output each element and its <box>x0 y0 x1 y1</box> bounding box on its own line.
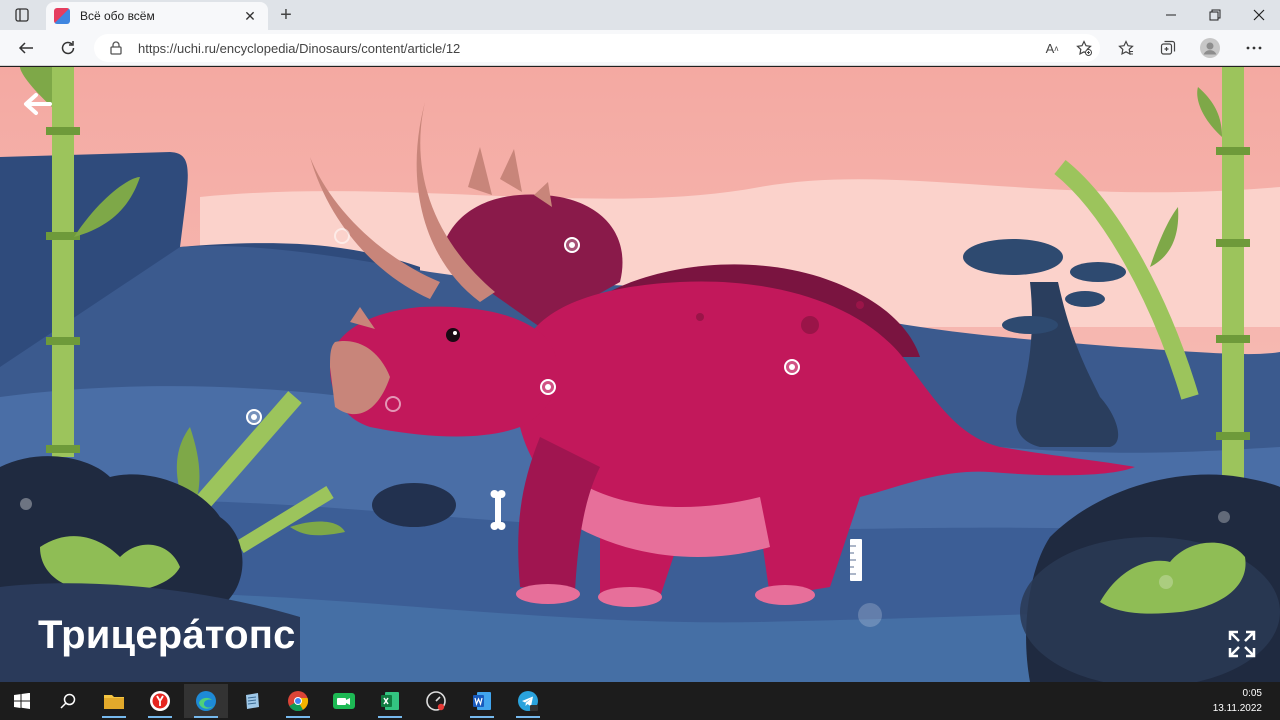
restore-button[interactable] <box>1192 0 1238 30</box>
more-menu-icon[interactable] <box>1240 34 1268 62</box>
chrome-icon[interactable] <box>276 684 320 718</box>
new-tab-button[interactable]: + <box>274 3 298 27</box>
collections-icon[interactable] <box>1154 34 1182 62</box>
article-title: Трицера́топс <box>38 613 296 657</box>
browser-tab[interactable]: Всё обо всём ✕ <box>46 2 268 30</box>
hotspot-plant[interactable] <box>246 409 262 425</box>
word-icon[interactable] <box>460 684 504 718</box>
ruler-icon[interactable] <box>850 539 862 581</box>
excel-icon[interactable] <box>368 684 412 718</box>
minimize-button-2[interactable] <box>1148 0 1194 30</box>
url-text[interactable]: https://uchi.ru/encyclopedia/Dinosaurs/c… <box>138 41 1036 56</box>
tab-close-icon[interactable]: ✕ <box>240 6 260 26</box>
clock-date: 13.11.2022 <box>1212 703 1262 714</box>
search-icon[interactable] <box>46 684 90 718</box>
telegram-icon[interactable] <box>506 684 550 718</box>
clock-time: 0:05 <box>1242 688 1262 699</box>
bone-icon[interactable] <box>490 489 506 531</box>
tab-actions-icon[interactable] <box>6 3 38 27</box>
expand-icon[interactable] <box>1228 630 1256 658</box>
hotspot-frill[interactable] <box>564 237 580 253</box>
favorites-icon[interactable] <box>1112 34 1140 62</box>
notepad-icon[interactable] <box>230 684 274 718</box>
yandex-browser-icon[interactable] <box>138 684 182 718</box>
windows-start-icon[interactable] <box>0 684 44 718</box>
window-close-button[interactable] <box>1236 0 1280 30</box>
article-page: Трицера́топс <box>0 67 1280 682</box>
edge-browser-icon[interactable] <box>184 684 228 718</box>
address-bar[interactable]: https://uchi.ru/encyclopedia/Dinosaurs/c… <box>94 34 1100 62</box>
system-clock[interactable]: 0:05 13.11.2022 <box>1213 686 1262 716</box>
reload-button[interactable] <box>54 34 82 62</box>
site-favicon-icon <box>54 8 70 24</box>
lock-icon[interactable] <box>110 41 124 55</box>
tab-strip: Всё обо всём ✕ + <box>0 0 1280 30</box>
triceratops-scene-illustration <box>0 67 1280 682</box>
back-arrow-icon[interactable] <box>22 91 52 117</box>
windows-taskbar: 0:05 13.11.2022 <box>0 682 1280 720</box>
hotspot-body[interactable] <box>784 359 800 375</box>
add-favorite-icon[interactable] <box>1068 34 1100 62</box>
profile-avatar-icon[interactable] <box>1196 34 1224 62</box>
back-button[interactable] <box>12 34 40 62</box>
browser-toolbar: https://uchi.ru/encyclopedia/Dinosaurs/c… <box>0 30 1280 66</box>
video-call-icon[interactable] <box>322 684 366 718</box>
read-aloud-icon[interactable]: Aʌ <box>1036 34 1068 62</box>
hotspot-beak[interactable] <box>385 396 401 412</box>
file-explorer-icon[interactable] <box>92 684 136 718</box>
speedometer-icon[interactable] <box>414 684 458 718</box>
tab-title: Всё обо всём <box>80 9 155 23</box>
hotspot-neck[interactable] <box>540 379 556 395</box>
hotspot-horn[interactable] <box>334 228 350 244</box>
